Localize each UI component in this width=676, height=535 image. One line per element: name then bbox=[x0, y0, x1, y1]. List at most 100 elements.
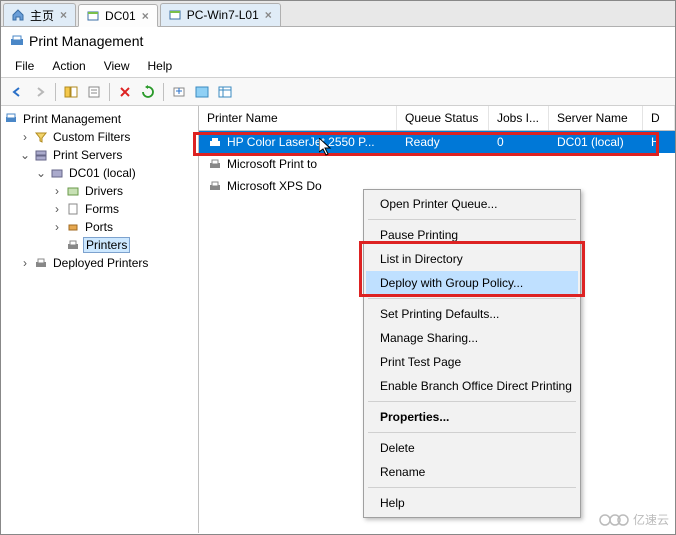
ctx-separator bbox=[368, 219, 576, 220]
context-menu: Open Printer Queue... Pause Printing Lis… bbox=[363, 189, 581, 518]
watermark-text: 亿速云 bbox=[633, 511, 669, 528]
tree-label: Printers bbox=[83, 237, 130, 253]
show-hide-tree-button[interactable] bbox=[61, 82, 81, 102]
tab-label: DC01 bbox=[105, 9, 136, 23]
columns-button[interactable] bbox=[215, 82, 235, 102]
cell-d: H bbox=[643, 133, 675, 151]
tree-label: Ports bbox=[83, 220, 115, 234]
server-icon bbox=[85, 8, 101, 24]
tab-label: 主页 bbox=[30, 7, 54, 24]
ports-icon bbox=[65, 219, 81, 235]
cell-name: Microsoft XPS Do bbox=[227, 179, 322, 193]
back-button[interactable] bbox=[7, 82, 27, 102]
list-row[interactable]: Microsoft Print to bbox=[199, 153, 675, 175]
ctx-open-queue[interactable]: Open Printer Queue... bbox=[366, 192, 578, 216]
tree-label: Deployed Printers bbox=[51, 256, 150, 270]
forms-icon bbox=[65, 201, 81, 217]
collapse-icon[interactable]: ⌄ bbox=[35, 166, 47, 180]
expand-icon[interactable]: › bbox=[51, 184, 63, 198]
nav-tree[interactable]: Print Management › Custom Filters ⌄ Prin… bbox=[1, 106, 199, 533]
menu-help[interactable]: Help bbox=[140, 57, 181, 75]
close-icon[interactable]: × bbox=[58, 8, 69, 22]
ctx-rename[interactable]: Rename bbox=[366, 460, 578, 484]
ctx-deploy-gp[interactable]: Deploy with Group Policy... bbox=[366, 271, 578, 295]
tree-deployed-printers[interactable]: › Deployed Printers bbox=[3, 254, 196, 272]
ctx-separator bbox=[368, 401, 576, 402]
tab-pc-win7[interactable]: PC-Win7-L01 × bbox=[160, 3, 281, 26]
refresh-button[interactable] bbox=[138, 82, 158, 102]
window-tabs: 主页 × DC01 × PC-Win7-L01 × bbox=[1, 1, 675, 27]
col-header-queue[interactable]: Queue Status bbox=[397, 106, 489, 130]
tree-drivers[interactable]: › Drivers bbox=[3, 182, 196, 200]
ctx-list-directory[interactable]: List in Directory bbox=[366, 247, 578, 271]
expand-icon[interactable]: › bbox=[19, 256, 31, 270]
tree-label: DC01 (local) bbox=[67, 166, 138, 180]
watermark-icon bbox=[599, 512, 629, 528]
ctx-separator bbox=[368, 487, 576, 488]
list-row-selected[interactable]: HP Color LaserJet 2550 P... Ready 0 DC01… bbox=[199, 131, 675, 153]
servers-icon bbox=[33, 147, 49, 163]
tree-ports[interactable]: › Ports bbox=[3, 218, 196, 236]
tree-dc01[interactable]: ⌄ DC01 (local) bbox=[3, 164, 196, 182]
window-title-bar: Print Management bbox=[1, 27, 675, 55]
ctx-sharing[interactable]: Manage Sharing... bbox=[366, 326, 578, 350]
tree-custom-filters[interactable]: › Custom Filters bbox=[3, 128, 196, 146]
printers-icon bbox=[65, 237, 81, 253]
cursor-icon bbox=[319, 138, 335, 158]
menubar: File Action View Help bbox=[1, 55, 675, 78]
print-management-icon bbox=[9, 33, 25, 49]
help-button[interactable] bbox=[192, 82, 212, 102]
deployed-icon bbox=[33, 255, 49, 271]
collapse-icon[interactable]: ⌄ bbox=[19, 148, 31, 162]
forward-button[interactable] bbox=[30, 82, 50, 102]
expand-icon[interactable]: › bbox=[19, 130, 31, 144]
close-icon[interactable]: × bbox=[263, 8, 274, 22]
watermark: 亿速云 bbox=[599, 511, 669, 528]
cell-server: DC01 (local) bbox=[549, 133, 643, 151]
print-management-icon bbox=[3, 111, 19, 127]
ctx-help[interactable]: Help bbox=[366, 491, 578, 515]
list-header-row: Printer Name Queue Status Jobs I... Serv… bbox=[199, 106, 675, 131]
tree-label: Custom Filters bbox=[51, 130, 132, 144]
filter-icon bbox=[33, 129, 49, 145]
ctx-branch-office[interactable]: Enable Branch Office Direct Printing bbox=[366, 374, 578, 398]
tree-label: Drivers bbox=[83, 184, 125, 198]
tab-dc01[interactable]: DC01 × bbox=[78, 4, 158, 27]
menu-file[interactable]: File bbox=[7, 57, 42, 75]
server-icon bbox=[49, 165, 65, 181]
menu-view[interactable]: View bbox=[96, 57, 138, 75]
tree-root[interactable]: Print Management bbox=[3, 110, 196, 128]
col-header-d[interactable]: D bbox=[643, 106, 675, 130]
cell-name: Microsoft Print to bbox=[227, 157, 317, 171]
tree-forms[interactable]: › Forms bbox=[3, 200, 196, 218]
ctx-test-page[interactable]: Print Test Page bbox=[366, 350, 578, 374]
export-list-button[interactable] bbox=[169, 82, 189, 102]
ctx-delete[interactable]: Delete bbox=[366, 436, 578, 460]
col-header-jobs[interactable]: Jobs I... bbox=[489, 106, 549, 130]
drivers-icon bbox=[65, 183, 81, 199]
tree-label: Print Management bbox=[21, 112, 123, 126]
toolbar bbox=[1, 78, 675, 106]
delete-button[interactable] bbox=[115, 82, 135, 102]
col-header-server[interactable]: Server Name bbox=[549, 106, 643, 130]
ctx-pause[interactable]: Pause Printing bbox=[366, 223, 578, 247]
tree-print-servers[interactable]: ⌄ Print Servers bbox=[3, 146, 196, 164]
properties-button[interactable] bbox=[84, 82, 104, 102]
toolbar-separator bbox=[109, 83, 110, 101]
window-title: Print Management bbox=[29, 33, 143, 49]
toolbar-separator bbox=[55, 83, 56, 101]
tree-label: Print Servers bbox=[51, 148, 124, 162]
ctx-defaults[interactable]: Set Printing Defaults... bbox=[366, 302, 578, 326]
close-icon[interactable]: × bbox=[140, 9, 151, 23]
cell-jobs: 0 bbox=[489, 133, 549, 151]
ctx-separator bbox=[368, 298, 576, 299]
expand-icon[interactable]: › bbox=[51, 220, 63, 234]
ctx-properties[interactable]: Properties... bbox=[366, 405, 578, 429]
expand-icon[interactable]: › bbox=[51, 202, 63, 216]
home-icon bbox=[10, 7, 26, 23]
tree-printers[interactable]: Printers bbox=[3, 236, 196, 254]
col-header-name[interactable]: Printer Name bbox=[199, 106, 397, 130]
ctx-separator bbox=[368, 432, 576, 433]
menu-action[interactable]: Action bbox=[44, 57, 93, 75]
tab-home[interactable]: 主页 × bbox=[3, 3, 76, 26]
